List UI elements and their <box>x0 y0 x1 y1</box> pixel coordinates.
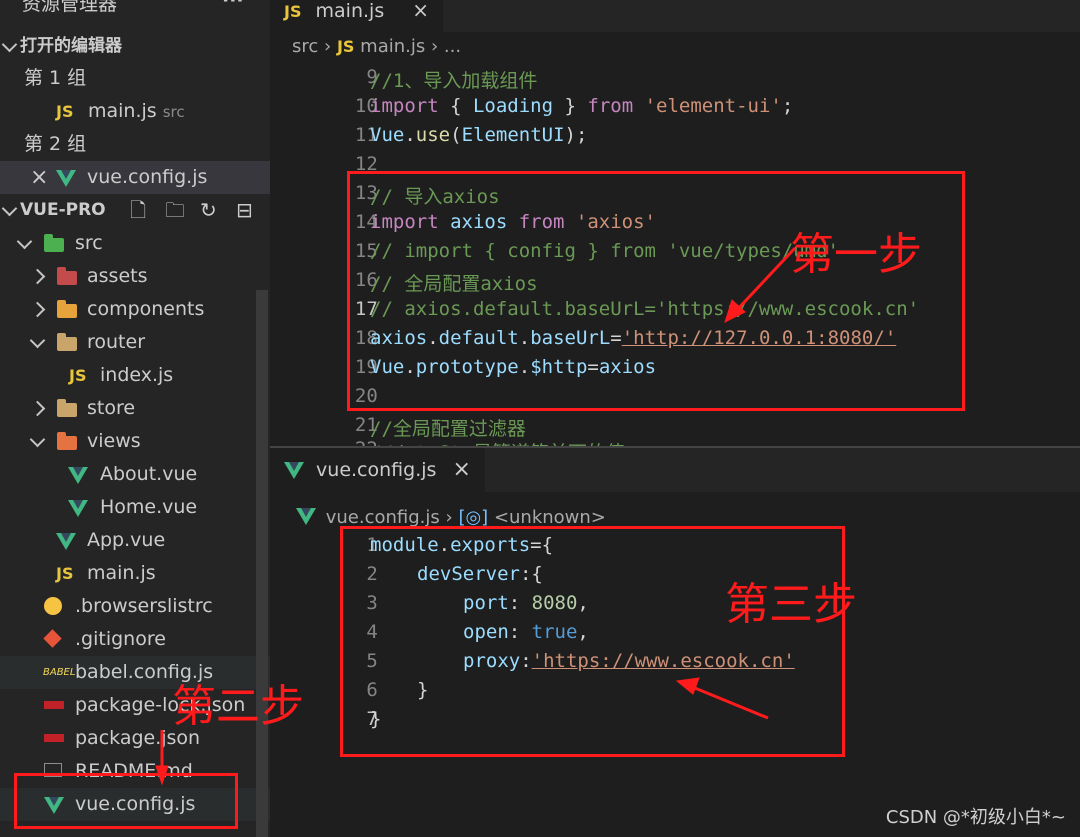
arrow-step1 <box>733 246 797 314</box>
watermark: CSDN @*初级小白*~ <box>885 807 1066 828</box>
arrow-step3 <box>689 684 769 720</box>
annotation-arrows <box>155 246 797 786</box>
arrow-step2-head <box>155 765 169 786</box>
arrow-step3-head <box>675 677 700 695</box>
